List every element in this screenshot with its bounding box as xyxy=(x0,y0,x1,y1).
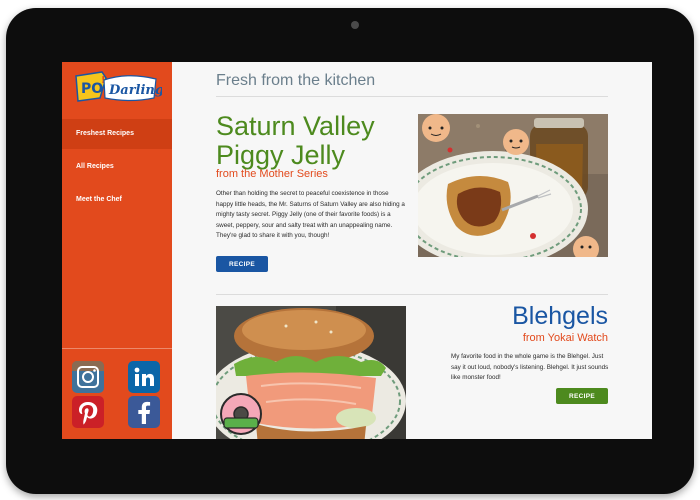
screen: POP ! Darling Freshest Recipes All Recip… xyxy=(62,62,652,439)
main-content: Fresh from the kitchen Saturn Valley Pig… xyxy=(172,62,652,439)
recipe-subtitle: from Yokai Watch xyxy=(522,332,608,344)
pop-darling-logo[interactable]: POP ! Darling xyxy=(72,68,164,108)
linkedin-icon[interactable] xyxy=(128,361,160,393)
sidebar-item-label: Meet the Chef xyxy=(76,196,122,203)
recipe-title[interactable]: Saturn Valley Piggy Jelly xyxy=(216,112,396,170)
recipe-photo-piggy-jelly[interactable] xyxy=(418,114,608,257)
sidebar-item-label: Freshest Recipes xyxy=(76,130,134,137)
recipe-description: Other than holding the secret to peacefu… xyxy=(216,190,405,239)
sidebar-item-meet-the-chef[interactable]: Meet the Chef xyxy=(62,185,172,215)
recipe-button[interactable]: RECIPE xyxy=(556,388,608,404)
camera-dot xyxy=(351,21,359,29)
page-title: Fresh from the kitchen xyxy=(216,72,376,89)
recipe-button[interactable]: RECIPE xyxy=(216,256,268,272)
recipe-divider xyxy=(216,294,608,295)
sidebar-divider xyxy=(62,348,172,349)
pinterest-icon[interactable] xyxy=(72,396,104,428)
recipe-photo-blehgels[interactable] xyxy=(216,306,406,439)
title-divider xyxy=(216,96,608,97)
facebook-icon[interactable] xyxy=(128,396,160,428)
recipe-subtitle: from the Mother Series xyxy=(216,168,328,180)
sidebar: POP ! Darling Freshest Recipes All Recip… xyxy=(62,62,172,439)
sidebar-item-all-recipes[interactable]: All Recipes xyxy=(62,152,172,182)
sidebar-item-label: All Recipes xyxy=(76,163,114,170)
tablet-frame: POP ! Darling Freshest Recipes All Recip… xyxy=(6,8,694,494)
svg-text:Darling: Darling xyxy=(108,83,162,98)
sidebar-item-freshest-recipes[interactable]: Freshest Recipes xyxy=(62,119,172,149)
recipe-title[interactable]: Blehgels xyxy=(422,302,608,331)
recipe-description: My favorite food in the whole game is th… xyxy=(451,353,609,381)
instagram-icon[interactable] xyxy=(72,361,104,393)
